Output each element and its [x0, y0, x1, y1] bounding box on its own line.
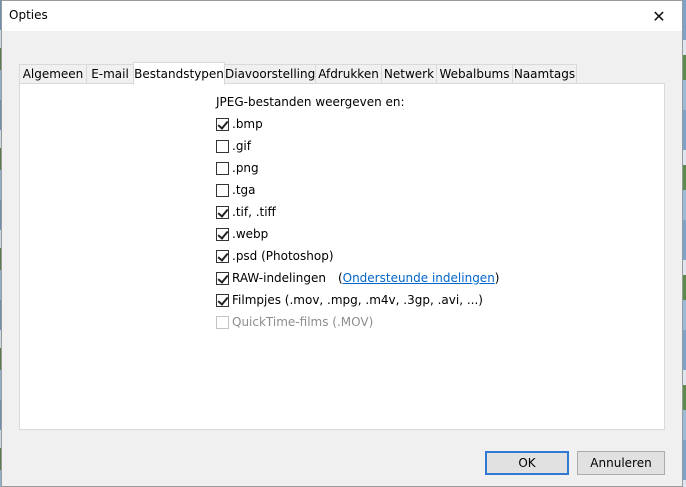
tab-algemeen[interactable]: Algemeen — [19, 64, 87, 83]
checkbox-tif[interactable] — [216, 205, 229, 219]
checkbox-bmp[interactable] — [216, 117, 229, 131]
option-raw[interactable]: RAW-indelingen (Ondersteunde indelingen) — [216, 270, 499, 286]
cancel-button[interactable]: Annuleren — [577, 451, 665, 475]
option-label: .psd (Photoshop) — [232, 249, 334, 263]
option-gif[interactable]: .gif — [216, 138, 251, 154]
close-icon: ✕ — [652, 6, 666, 26]
tab-naamtags[interactable]: Naamtags — [512, 64, 577, 83]
option-png[interactable]: .png — [216, 160, 259, 176]
option-label: .bmp — [232, 117, 263, 131]
option-tif[interactable]: .tif, .tiff — [216, 204, 276, 220]
checkbox-tga[interactable] — [216, 183, 229, 197]
window-title: Opties — [9, 8, 48, 22]
option-label: .tif, .tiff — [232, 205, 276, 219]
jpeg-heading: JPEG-bestanden weergeven en: — [216, 95, 405, 109]
option-label: .gif — [232, 139, 251, 153]
tab-bestandstypen[interactable]: Bestandstypen — [133, 62, 225, 85]
option-webp[interactable]: .webp — [216, 226, 268, 242]
option-movies[interactable]: Filmpjes (.mov, .mpg, .m4v, .3gp, .avi, … — [216, 292, 483, 308]
link-paren-close: ) — [494, 271, 500, 285]
title-bar: Opties ✕ — [2, 1, 682, 31]
checkbox-raw[interactable] — [216, 271, 229, 285]
option-psd[interactable]: .psd (Photoshop) — [216, 248, 334, 264]
checkbox-gif[interactable] — [216, 139, 229, 153]
ok-button[interactable]: OK — [485, 451, 569, 475]
checkbox-psd[interactable] — [216, 249, 229, 263]
option-bmp[interactable]: .bmp — [216, 116, 263, 132]
checkbox-movies[interactable] — [216, 293, 229, 307]
checkbox-quicktime — [216, 315, 229, 329]
option-label: Filmpjes (.mov, .mpg, .m4v, .3gp, .avi, … — [232, 293, 483, 307]
tab-netwerk[interactable]: Netwerk — [381, 64, 437, 83]
tab-afdrukken[interactable]: Afdrukken — [315, 64, 382, 83]
checkbox-png[interactable] — [216, 161, 229, 175]
option-label: QuickTime-films (.MOV) — [232, 315, 374, 329]
checkbox-webp[interactable] — [216, 227, 229, 241]
option-label: .png — [232, 161, 259, 175]
option-label: RAW-indelingen — [232, 271, 326, 285]
option-quicktime: QuickTime-films (.MOV) — [216, 314, 373, 330]
options-dialog: Opties ✕ Algemeen E-mail Bestandstypen D… — [1, 0, 683, 487]
supported-formats-link[interactable]: Ondersteunde indelingen — [343, 271, 495, 285]
tab-diavoorstelling[interactable]: Diavoorstelling — [224, 64, 316, 83]
option-tga[interactable]: .tga — [216, 182, 256, 198]
tab-email[interactable]: E-mail — [86, 64, 134, 83]
option-label: .webp — [232, 227, 269, 241]
tab-webalbums[interactable]: Webalbums — [436, 64, 513, 83]
file-types-panel: JPEG-bestanden weergeven en: .bmp .gif .… — [19, 83, 665, 430]
close-button[interactable]: ✕ — [636, 1, 682, 31]
option-label: .tga — [232, 183, 256, 197]
